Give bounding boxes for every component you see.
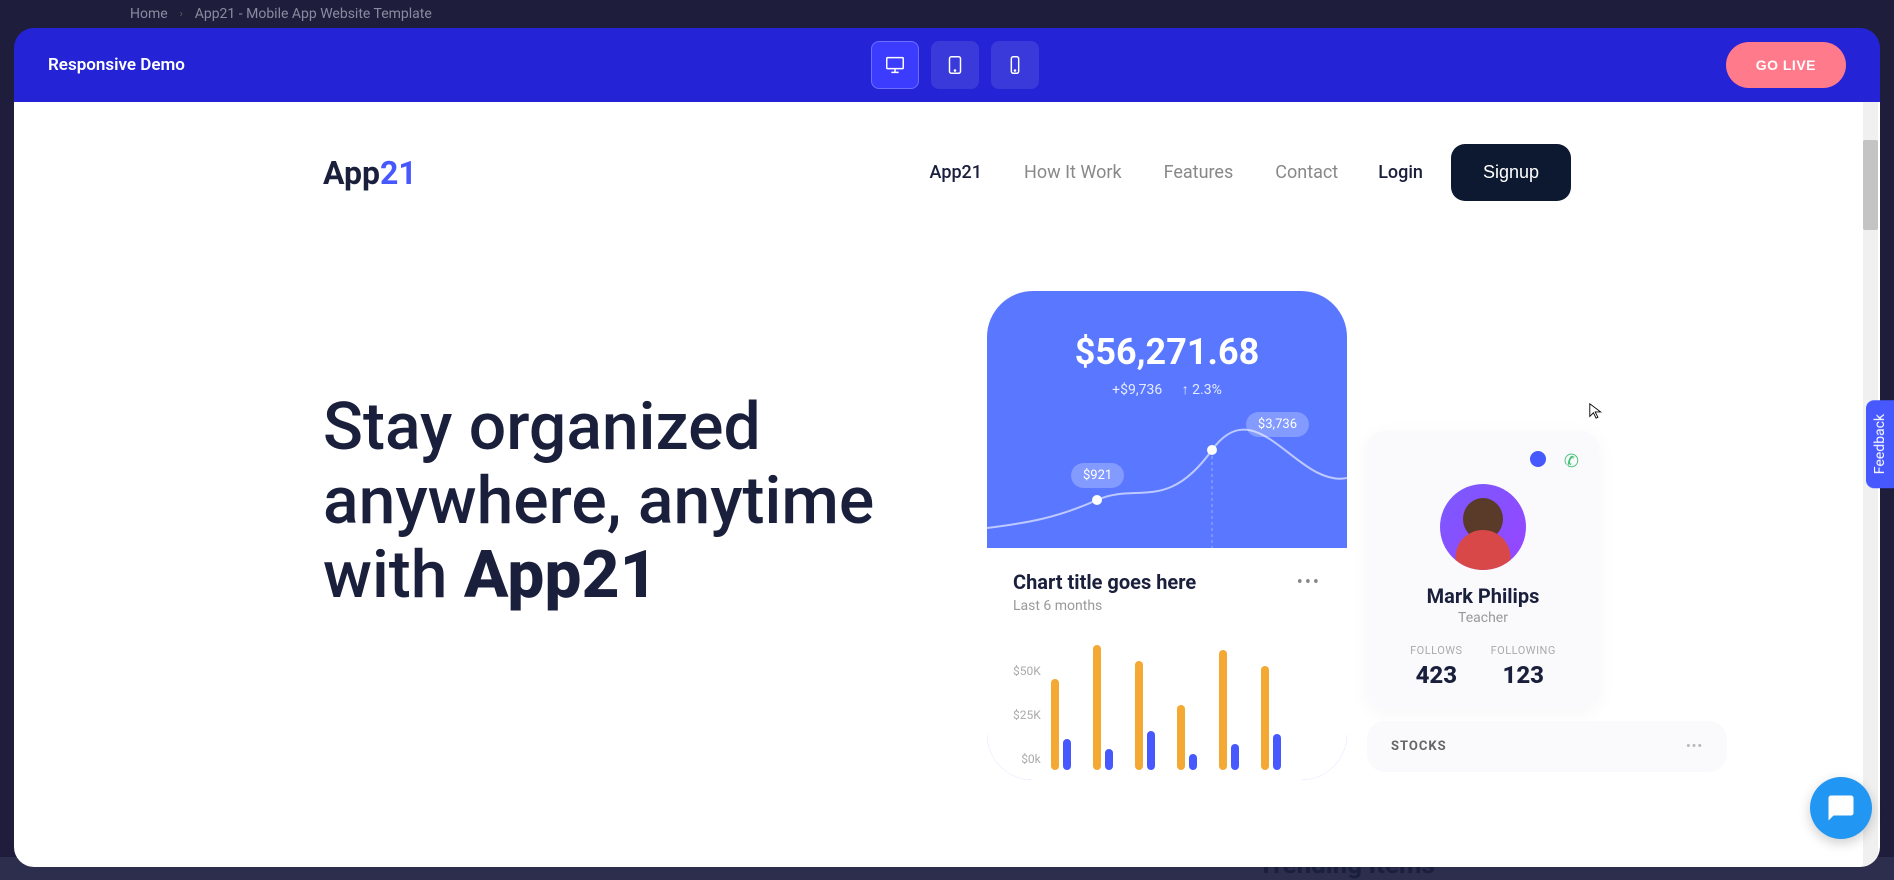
- nav-link-how[interactable]: How It Work: [1024, 162, 1122, 183]
- stocks-title: STOCKS: [1391, 739, 1447, 754]
- feedback-tab[interactable]: Feedback: [1866, 400, 1894, 488]
- signup-button[interactable]: Signup: [1451, 144, 1571, 201]
- bar-chart-card: Chart title goes here ••• Last 6 months …: [987, 548, 1347, 780]
- breadcrumb: Home › App21 - Mobile App Website Templa…: [130, 0, 432, 28]
- bars: [1051, 640, 1281, 770]
- profile-name: Mark Philips: [1387, 584, 1579, 608]
- nav-link-features[interactable]: Features: [1164, 162, 1234, 183]
- more-icon[interactable]: •••: [1297, 572, 1321, 593]
- chat-widget-button[interactable]: [1810, 777, 1872, 839]
- hero-line-3a: with: [323, 537, 464, 614]
- hero-graphic: $56,271.68 +$9,736 ↑ 2.3% $921 $3,736: [967, 291, 1571, 780]
- mobile-view-button[interactable]: [991, 41, 1039, 89]
- stocks-card: STOCKS •••: [1367, 721, 1727, 772]
- hero-text: Stay organized anywhere, anytime with Ap…: [323, 291, 927, 780]
- stat-label: FOLLOWING: [1491, 644, 1556, 657]
- nav-links: App21 How It Work Features Contact: [930, 162, 1339, 183]
- tablet-view-button[interactable]: [931, 41, 979, 89]
- line-chart: $921 $3,736: [987, 408, 1347, 548]
- go-live-button[interactable]: GO LIVE: [1726, 42, 1846, 88]
- chat-dot-icon[interactable]: [1530, 451, 1546, 467]
- avatar: [1440, 484, 1526, 570]
- desktop-view-button[interactable]: [871, 41, 919, 89]
- site-nav: App21 App21 How It Work Features Contact…: [323, 102, 1571, 201]
- site-preview[interactable]: App21 App21 How It Work Features Contact…: [14, 102, 1880, 867]
- login-link[interactable]: Login: [1378, 162, 1423, 183]
- ylabel: $50K: [1013, 664, 1041, 678]
- balance-delta: +$9,736 ↑ 2.3%: [987, 381, 1347, 398]
- hero-title: Stay organized anywhere, anytime with Ap…: [323, 391, 927, 613]
- profile-role: Teacher: [1387, 610, 1579, 626]
- scrollbar-thumb[interactable]: [1863, 140, 1878, 230]
- stat-value: 423: [1410, 661, 1463, 689]
- hero-line-3b: App21: [464, 537, 658, 614]
- bar-chart: $50K $25K $0k: [1013, 640, 1321, 770]
- stat-value: 123: [1491, 661, 1556, 689]
- chevron-right-icon: ›: [180, 9, 183, 20]
- nav-link-contact[interactable]: Contact: [1275, 162, 1338, 183]
- hero: Stay organized anywhere, anytime with Ap…: [323, 291, 1571, 780]
- stat-follows: FOLLOWS 423: [1410, 644, 1463, 689]
- delta-abs: +$9,736: [1112, 382, 1162, 398]
- y-axis-labels: $50K $25K $0k: [1013, 664, 1041, 770]
- nav-link-app21[interactable]: App21: [930, 162, 982, 183]
- bar-chart-title: Chart title goes here: [1013, 570, 1196, 594]
- delta-pct: ↑ 2.3%: [1182, 382, 1222, 398]
- phone-icon[interactable]: ✆: [1564, 451, 1579, 472]
- chart-badge-1: $921: [1071, 463, 1124, 488]
- breadcrumb-current: App21 - Mobile App Website Template: [195, 6, 432, 22]
- more-icon[interactable]: •••: [1686, 739, 1703, 754]
- ylabel: $25K: [1013, 708, 1041, 722]
- phone-mockup: $56,271.68 +$9,736 ↑ 2.3% $921 $3,736: [987, 291, 1347, 780]
- device-switcher: [871, 41, 1039, 89]
- balance-amount: $56,271.68: [987, 331, 1347, 373]
- chart-badge-2: $3,736: [1246, 412, 1309, 437]
- logo-text-a: App: [323, 154, 380, 192]
- desktop-icon: [884, 54, 906, 76]
- preview-frame: Responsive Demo GO LIVE App21: [14, 28, 1880, 867]
- ylabel: $0k: [1021, 752, 1041, 766]
- logo[interactable]: App21: [323, 154, 417, 192]
- mobile-icon: [1004, 54, 1026, 76]
- profile-card: ✆ Mark Philips Teacher FOLLOWS 423 FOLLO…: [1367, 431, 1599, 709]
- stat-label: FOLLOWS: [1410, 644, 1463, 657]
- chat-icon: [1826, 793, 1856, 823]
- logo-text-b: 21: [380, 154, 417, 192]
- stat-following: FOLLOWING 123: [1491, 644, 1556, 689]
- bar-chart-sub: Last 6 months: [1013, 598, 1321, 614]
- preview-toolbar: Responsive Demo GO LIVE: [14, 28, 1880, 102]
- hero-line-1: Stay organized: [323, 391, 927, 465]
- toolbar-title: Responsive Demo: [48, 55, 185, 75]
- tablet-icon: [944, 54, 966, 76]
- breadcrumb-home[interactable]: Home: [130, 6, 168, 22]
- hero-line-2: anywhere, anytime: [323, 465, 927, 539]
